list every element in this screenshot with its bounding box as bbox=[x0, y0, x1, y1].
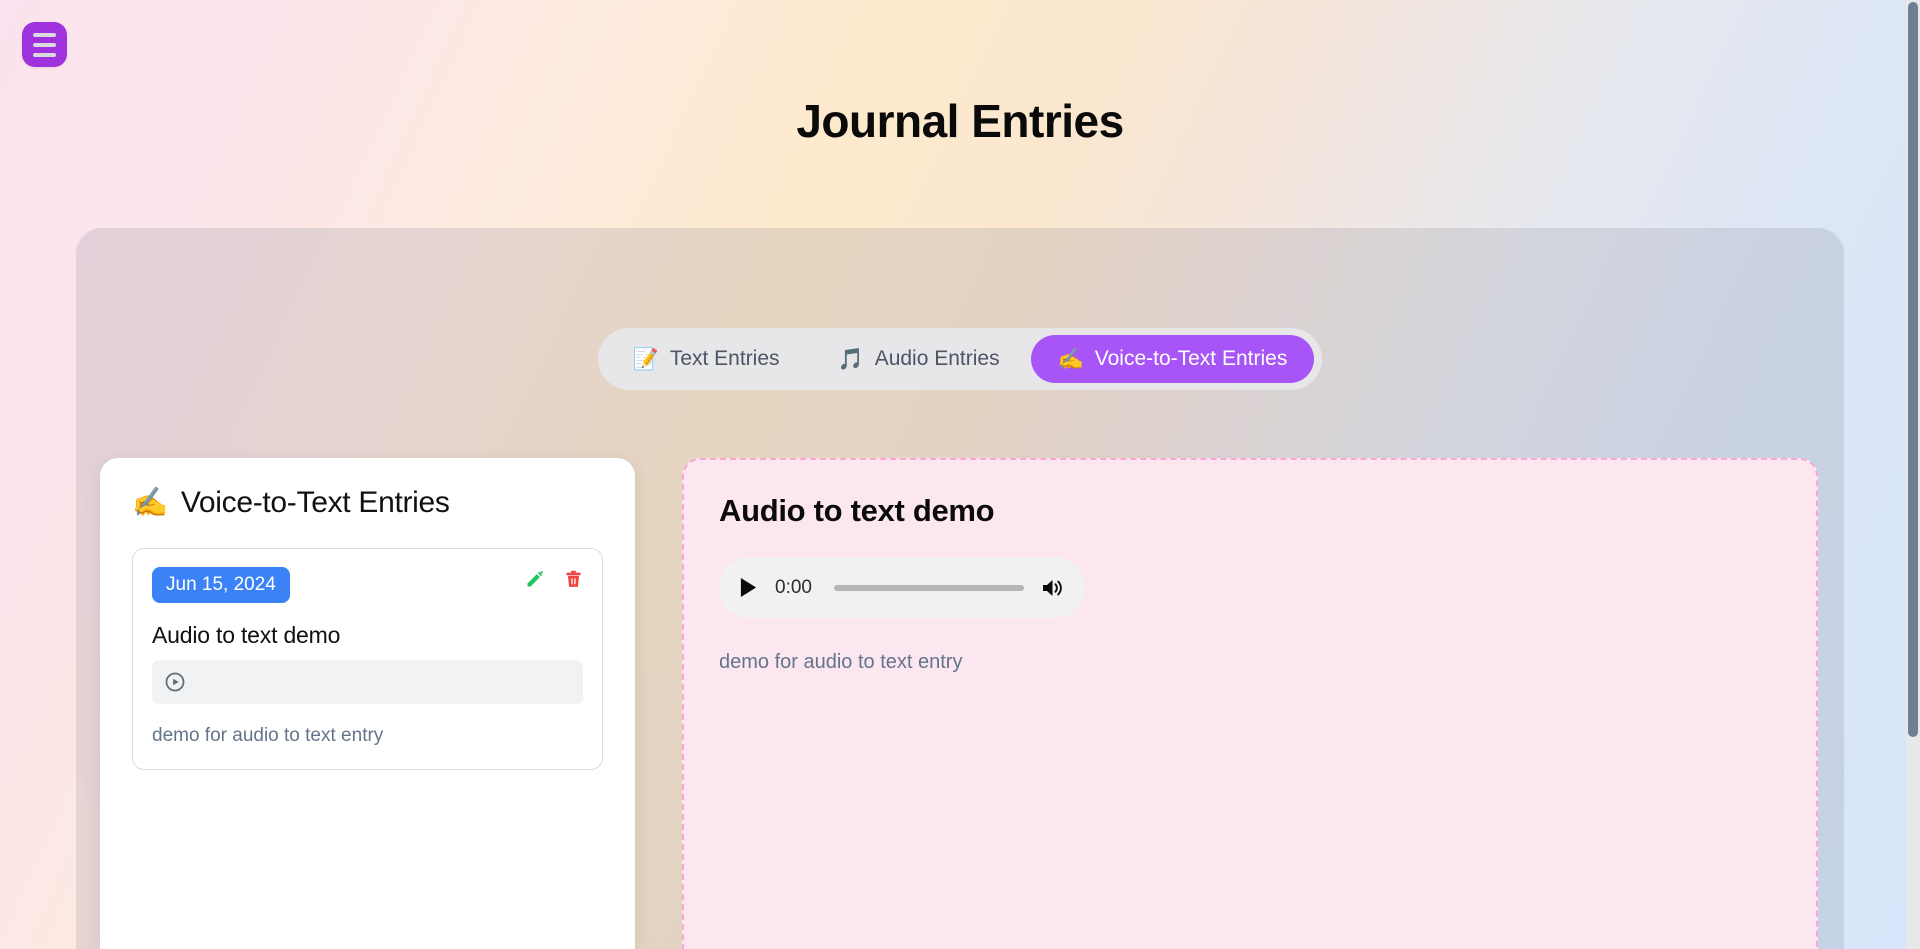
audio-progress-slider[interactable] bbox=[834, 584, 1024, 591]
entry-header: Jun 15, 2024 bbox=[152, 567, 583, 603]
vertical-scrollbar[interactable] bbox=[1906, 0, 1920, 949]
page-title: Journal Entries bbox=[796, 95, 1124, 147]
entry-date-badge: Jun 15, 2024 bbox=[152, 567, 290, 603]
entries-list-heading: ✍️ Voice-to-Text Entries bbox=[132, 486, 603, 520]
tabs-row: 📝 Text Entries 🎵 Audio Entries ✍️ Voice-… bbox=[76, 328, 1844, 390]
top-bar bbox=[0, 0, 1920, 92]
list-item[interactable]: Jun 15, 2024 Audio to text demo demo for… bbox=[132, 548, 603, 770]
writing-hand-icon: ✍️ bbox=[132, 486, 168, 519]
entry-audio-player[interactable] bbox=[152, 659, 583, 704]
detail-title: Audio to text demo bbox=[719, 493, 995, 528]
hamburger-line bbox=[33, 32, 56, 37]
memo-icon: 📝 bbox=[632, 347, 659, 371]
trash-icon bbox=[566, 570, 581, 587]
detail-description: demo for audio to text entry bbox=[719, 651, 963, 673]
entry-actions bbox=[525, 567, 583, 593]
tab-text-entries[interactable]: 📝 Text Entries bbox=[606, 335, 807, 383]
main-container: 📝 Text Entries 🎵 Audio Entries ✍️ Voice-… bbox=[76, 228, 1844, 949]
tab-audio-entries[interactable]: 🎵 Audio Entries bbox=[811, 335, 1027, 383]
audio-player[interactable]: 0:00 bbox=[719, 557, 1085, 618]
entry-description: demo for audio to text entry bbox=[152, 724, 384, 746]
hamburger-line bbox=[33, 52, 56, 57]
play-circle-icon bbox=[165, 672, 185, 692]
writing-hand-icon: ✍️ bbox=[1057, 347, 1084, 371]
tab-label: Audio Entries bbox=[874, 347, 1000, 370]
audio-current-time: 0:00 bbox=[775, 576, 812, 598]
entry-title: Audio to text demo bbox=[152, 621, 341, 648]
music-note-icon: 🎵 bbox=[837, 347, 864, 371]
play-icon bbox=[740, 578, 757, 597]
tab-voice-to-text-entries[interactable]: ✍️ Voice-to-Text Entries bbox=[1030, 335, 1315, 383]
entries-list-panel: ✍️ Voice-to-Text Entries Jun 15, 2024 Au… bbox=[100, 458, 635, 949]
edit-entry-button[interactable] bbox=[525, 569, 545, 593]
audio-volume-button[interactable] bbox=[1041, 577, 1065, 599]
entry-detail-panel: Audio to text demo 0:00 demo for audio t… bbox=[682, 458, 1818, 949]
tab-bar: 📝 Text Entries 🎵 Audio Entries ✍️ Voice-… bbox=[597, 328, 1323, 390]
hamburger-menu-button[interactable] bbox=[22, 22, 67, 67]
tab-label: Voice-to-Text Entries bbox=[1094, 347, 1288, 370]
tab-label: Text Entries bbox=[669, 347, 780, 370]
delete-entry-button[interactable] bbox=[564, 569, 583, 593]
pencil-icon bbox=[527, 571, 543, 587]
scrollbar-thumb[interactable] bbox=[1908, 2, 1918, 737]
entries-list-heading-label: Voice-to-Text Entries bbox=[180, 486, 450, 519]
hamburger-line bbox=[33, 42, 56, 47]
content-area: ✍️ Voice-to-Text Entries Jun 15, 2024 Au… bbox=[100, 458, 1818, 949]
speaker-icon bbox=[1043, 579, 1062, 596]
audio-play-button[interactable] bbox=[739, 577, 758, 598]
